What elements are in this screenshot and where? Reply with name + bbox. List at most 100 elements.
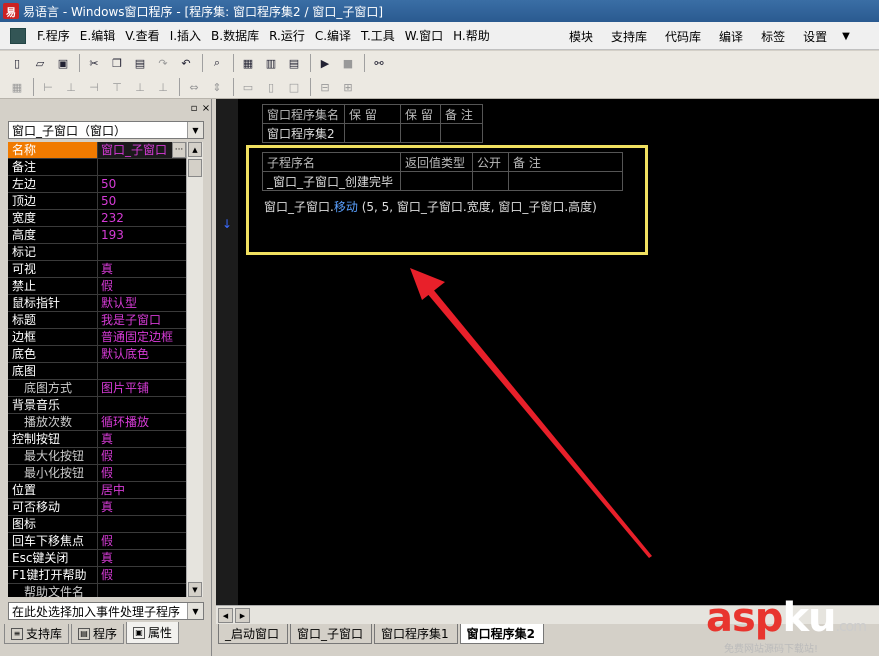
chevron-down-icon[interactable]: ▼ [187,122,203,138]
save-icon[interactable]: ▣ [54,54,72,72]
property-value[interactable]: 50 [98,176,186,192]
close-icon[interactable]: × [200,103,212,114]
align-top-icon[interactable]: ⊤ [108,78,126,96]
space-h-icon[interactable]: ⇔ [185,78,203,96]
chevron-down-icon[interactable]: ▼ [836,31,856,42]
center-h-icon[interactable]: ⊟ [316,78,334,96]
property-value[interactable] [98,244,186,260]
open-folder-icon[interactable]: ▱ [31,54,49,72]
menu-compile[interactable]: C.编译 [310,27,356,44]
property-value[interactable]: 真 [98,431,186,447]
property-row[interactable]: 底色 默认底色 [8,346,186,363]
align-center-icon[interactable]: ⊥ [62,78,80,96]
copy-icon[interactable]: ❐ [108,54,126,72]
undo-icon[interactable]: ↶ [177,54,195,72]
property-value[interactable]: 假 [98,533,186,549]
property-row[interactable]: Esc键关闭真 [8,550,186,567]
property-row[interactable]: 鼠标指针 默认型 [8,295,186,312]
property-row[interactable]: 可否移动真 [8,499,186,516]
property-row[interactable]: 回车下移焦点假 [8,533,186,550]
property-row[interactable]: 可视真 [8,261,186,278]
scroll-left-icon[interactable]: ◀ [218,608,233,623]
property-row[interactable]: 左边 50 [8,176,186,193]
new-file-icon[interactable]: ▯ [8,54,26,72]
property-row[interactable]: 最小化按钮假 [8,465,186,482]
property-row[interactable]: 标记 [8,244,186,261]
layout-1-icon[interactable]: ▦ [239,54,257,72]
property-row[interactable]: 名称 窗口_子窗口 ··· [8,142,186,159]
paste-icon[interactable]: ▤ [131,54,149,72]
property-row[interactable]: 高度 193 [8,227,186,244]
property-value[interactable] [98,516,186,532]
property-value[interactable] [98,363,186,379]
event-selector[interactable]: 在此处选择加入事件处理子程序 ▼ [8,602,204,620]
property-row[interactable]: 底图方式 图片平铺 [8,380,186,397]
menu-support-lib[interactable]: 支持库 [602,28,656,45]
menu-edit[interactable]: E.编辑 [75,27,120,44]
property-scrollbar[interactable]: ▲ ▼ [186,142,203,597]
chevron-down-icon[interactable]: ▼ [187,603,203,619]
property-row[interactable]: 最大化按钮假 [8,448,186,465]
property-row[interactable]: 控制按钮真 [8,431,186,448]
align-right-icon[interactable]: ⊣ [85,78,103,96]
menu-code-lib[interactable]: 代码库 [656,28,710,45]
menu-database[interactable]: B.数据库 [206,27,264,44]
property-value[interactable]: 图片平铺 [98,380,186,396]
menu-insert[interactable]: I.插入 [165,27,206,44]
scroll-right-icon[interactable]: ▶ [235,608,250,623]
property-value[interactable]: 默认型 [98,295,186,311]
property-row[interactable]: 备注 [8,159,186,176]
space-v-icon[interactable]: ⇕ [208,78,226,96]
property-value[interactable]: 我是子窗口 [98,312,186,328]
property-value[interactable] [98,397,186,413]
align-bottom-icon[interactable]: ⊥ [154,78,172,96]
layout-3-icon[interactable]: ▤ [285,54,303,72]
property-value[interactable]: 假 [98,465,186,481]
property-row[interactable]: 背景音乐 [8,397,186,414]
object-selector[interactable]: 窗口_子窗口（窗口） ▼ [8,121,204,139]
property-value[interactable]: 循环播放 [98,414,186,430]
property-value[interactable] [98,584,186,597]
redo-icon[interactable]: ↷ [154,54,172,72]
stop-icon[interactable]: ■ [339,54,357,72]
menu-build[interactable]: 编译 [710,28,752,45]
property-row[interactable]: 图标 [8,516,186,533]
tab-child-window[interactable]: 窗口_子窗口 [290,624,373,644]
property-value[interactable]: 真 [98,550,186,566]
ellipsis-button[interactable]: ··· [172,142,186,158]
property-value[interactable]: 默认底色 [98,346,186,362]
tab-properties[interactable]: ▣ 属性 [126,622,180,644]
property-row[interactable]: 底图 [8,363,186,380]
property-value[interactable]: 普通固定边框 [98,329,186,345]
property-row[interactable]: 位置 居中 [8,482,186,499]
property-value[interactable]: 假 [98,448,186,464]
assembly-cell[interactable] [440,123,483,143]
cut-icon[interactable]: ✂ [85,54,103,72]
property-row[interactable]: 播放次数 循环播放 [8,414,186,431]
assembly-cell[interactable] [400,123,441,143]
property-row[interactable]: 顶边 50 [8,193,186,210]
property-value[interactable]: 假 [98,567,186,583]
scroll-thumb[interactable] [188,159,202,177]
property-value[interactable]: 193 [98,227,186,243]
menu-program[interactable]: F.程序 [32,27,75,44]
tab-program[interactable]: ▤ 程序 [71,624,125,644]
same-size-icon[interactable]: □ [285,78,303,96]
tab-startup-window[interactable]: _启动窗口 [218,624,289,644]
property-row[interactable]: 帮助文件名 [8,584,186,597]
property-row[interactable]: 标题 我是子窗口 [8,312,186,329]
layout-2-icon[interactable]: ▥ [262,54,280,72]
scroll-down-icon[interactable]: ▼ [188,582,202,597]
menu-window[interactable]: W.窗口 [400,27,448,44]
menu-help[interactable]: H.帮助 [448,27,495,44]
assembly-cell[interactable] [344,123,401,143]
menu-tags[interactable]: 标签 [752,28,794,45]
pin-icon[interactable]: ▫ [188,103,200,114]
assembly-name-cell[interactable]: 窗口程序集2 [262,123,345,143]
menu-run[interactable]: R.运行 [264,27,310,44]
tab-assembly-1[interactable]: 窗口程序集1 [374,624,458,644]
menu-tools[interactable]: T.工具 [356,27,400,44]
run-icon[interactable]: ▶ [316,54,334,72]
property-value[interactable]: 居中 [98,482,186,498]
same-width-icon[interactable]: ▭ [239,78,257,96]
